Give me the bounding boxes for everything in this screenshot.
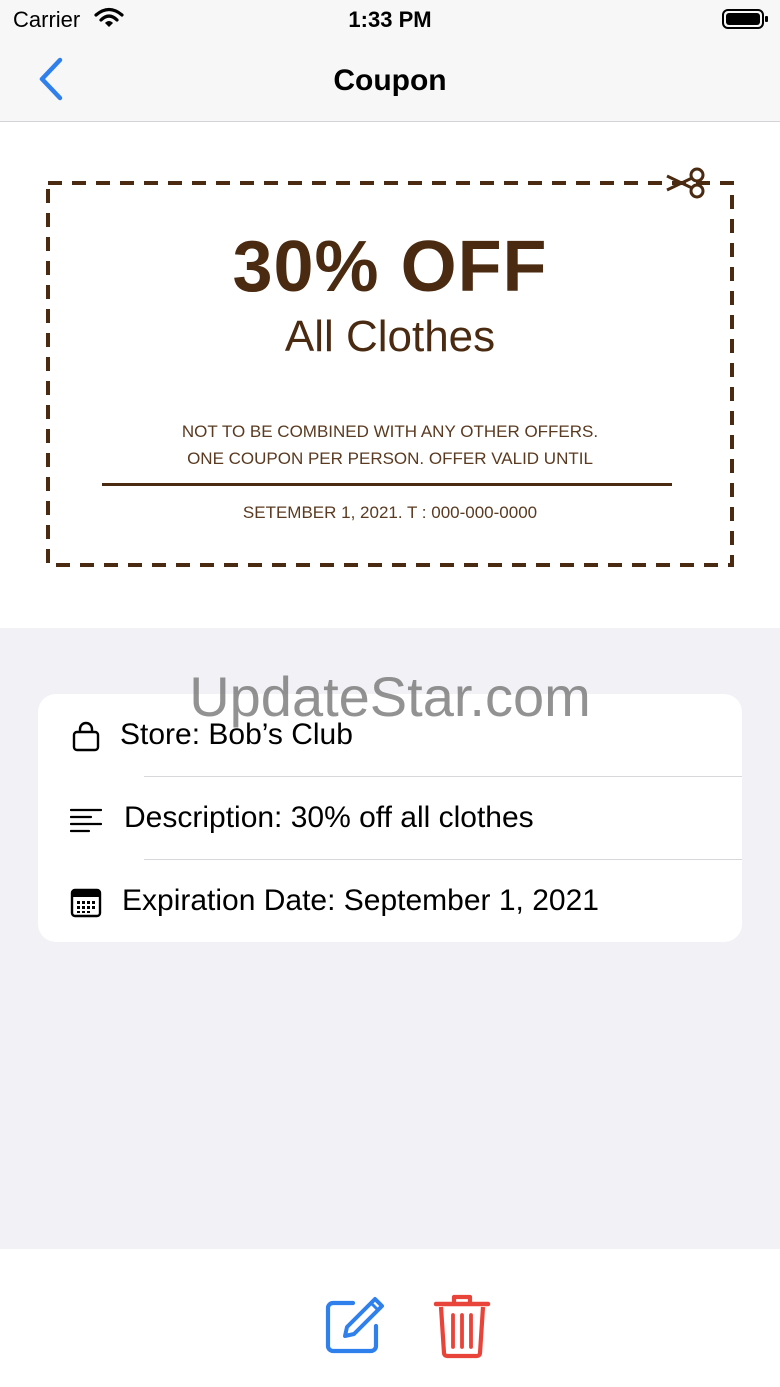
coupon-terms-line-2: ONE COUPON PER PERSON. OFFER VALID UNTIL: [187, 449, 593, 468]
coupon-dashed-border: [46, 181, 734, 567]
calendar-icon: [70, 888, 102, 918]
description-row: Description: 30% off all clothes: [38, 777, 742, 860]
bottom-toolbar: [0, 1249, 780, 1387]
coupon-details-card: Store: Bob’s Club Description: 30% off a…: [38, 694, 742, 942]
scissors-icon: [666, 167, 705, 199]
navigation-bar: Coupon: [0, 40, 780, 122]
status-bar: Carrier 1:33 PM: [0, 0, 780, 40]
coupon-divider: [102, 483, 672, 486]
page-title: Coupon: [333, 64, 447, 97]
expiration-label: Expiration Date: September 1, 2021: [122, 884, 599, 917]
battery-icon: [722, 9, 768, 29]
expiration-row: Expiration Date: September 1, 2021: [38, 860, 742, 942]
store-row: Store: Bob’s Club: [38, 694, 742, 777]
status-time: 1:33 PM: [348, 7, 432, 32]
text-align-left-icon: [70, 808, 102, 833]
shopping-bag-icon: [72, 721, 100, 752]
coupon-terms-line-1: NOT TO BE COMBINED WITH ANY OTHER OFFERS…: [181, 422, 599, 441]
coupon-image: 30% OFF All Clothes NOT TO BE COMBINED W…: [0, 122, 780, 628]
store-label: Store: Bob’s Club: [120, 718, 353, 751]
coupon-subheadline: All Clothes: [284, 312, 496, 361]
edit-icon: [325, 1297, 384, 1354]
description-label: Description: 30% off all clothes: [124, 801, 534, 834]
trash-icon: [433, 1294, 491, 1359]
coupon-terms-line-3: SETEMBER 1, 2021. T : 000-000-0000: [242, 503, 538, 522]
coupon-headline: 30% OFF: [232, 227, 548, 307]
edit-button[interactable]: [323, 1295, 385, 1357]
delete-button[interactable]: [432, 1293, 492, 1359]
